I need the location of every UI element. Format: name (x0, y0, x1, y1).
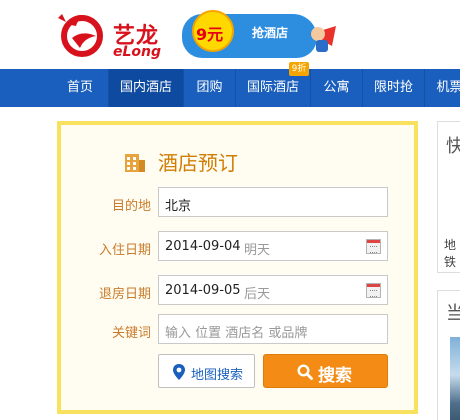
keyword-placeholder: 输入 位置 酒店名 或品牌 (165, 326, 308, 341)
nav-item-label: 首页 (66, 80, 93, 95)
checkin-date-value: 2014-09-04 (165, 239, 241, 254)
keyword-input[interactable]: 输入 位置 酒店名 或品牌 (158, 314, 388, 344)
quick-links-box: 快 地铁 (437, 121, 460, 273)
map-search-label: 地图搜索 (191, 368, 244, 383)
checkout-label: 退房日期 (98, 287, 151, 302)
nav-item-flash-sale[interactable]: 限时抢 (363, 69, 425, 107)
checkin-day-hint: 明天 (244, 243, 271, 258)
main-nav: 首页 国内酒店 团购 国际酒店 公寓 限时抢 机票 (0, 69, 460, 107)
nav-item-home[interactable]: 首页 (52, 69, 109, 107)
destination-value: 北京 (165, 199, 192, 214)
calendar-icon[interactable] (366, 239, 381, 254)
nav-item-domestic-hotels[interactable]: 国内酒店 (109, 69, 184, 107)
nav-item-label: 机票 (436, 80, 460, 95)
quick-links-title: 快 (446, 136, 460, 157)
hotel-booking-panel: 酒店预订 目的地 北京 入住日期 2014-09-04 明天 退房日期 2014… (57, 121, 418, 414)
nav-item-group-buy[interactable]: 团购 (184, 69, 236, 107)
panel-title: 酒店预订 (158, 151, 238, 175)
current-deals-title: 当 (446, 303, 460, 324)
checkout-date-input[interactable]: 2014-09-05 后天 (158, 275, 388, 305)
search-icon (297, 364, 313, 380)
promo-banner[interactable]: 9元 抢酒店 (182, 4, 342, 62)
site-header: 艺龙 eLong 9元 抢酒店 (0, 0, 460, 69)
discount-badge: 9折 (289, 62, 309, 76)
calendar-icon[interactable] (366, 283, 381, 298)
dragon-logo-icon (58, 14, 103, 57)
promo-price: 9元 (196, 25, 224, 44)
search-label: 搜索 (318, 366, 352, 386)
nav-item-label: 国际酒店 (246, 80, 299, 95)
checkin-label: 入住日期 (98, 243, 151, 258)
destination-label: 目的地 (111, 199, 151, 214)
deal-image[interactable] (450, 337, 460, 420)
search-button[interactable]: 搜索 (263, 354, 388, 388)
elong-logo[interactable]: 艺龙 eLong (56, 8, 176, 60)
checkin-date-input[interactable]: 2014-09-04 明天 (158, 231, 388, 261)
nav-item-label: 国内酒店 (119, 80, 172, 95)
checkout-date-value: 2014-09-05 (165, 283, 241, 298)
destination-input[interactable]: 北京 (158, 187, 388, 217)
logo-english-name: eLong (113, 44, 162, 60)
checkout-day-hint: 后天 (244, 287, 271, 302)
nav-item-label: 团购 (196, 80, 223, 95)
metro-link[interactable]: 地铁 (444, 236, 460, 270)
map-pin-icon (173, 364, 185, 380)
current-deals-box: 当 (437, 290, 460, 420)
superhero-mascot-icon (310, 26, 336, 52)
map-search-button[interactable]: 地图搜索 (158, 354, 255, 388)
building-icon (125, 154, 145, 172)
nav-item-flights[interactable]: 机票 (425, 69, 460, 107)
nav-item-label: 公寓 (323, 80, 350, 95)
promo-text: 抢酒店 (252, 26, 289, 40)
page: 艺龙 eLong 9元 抢酒店 首页 国内酒店 团购 国际酒店 公寓 限时抢 机… (0, 0, 460, 420)
keyword-label: 关键词 (111, 326, 151, 341)
nav-item-apartments[interactable]: 公寓 (311, 69, 363, 107)
nav-item-label: 限时抢 (373, 80, 413, 95)
